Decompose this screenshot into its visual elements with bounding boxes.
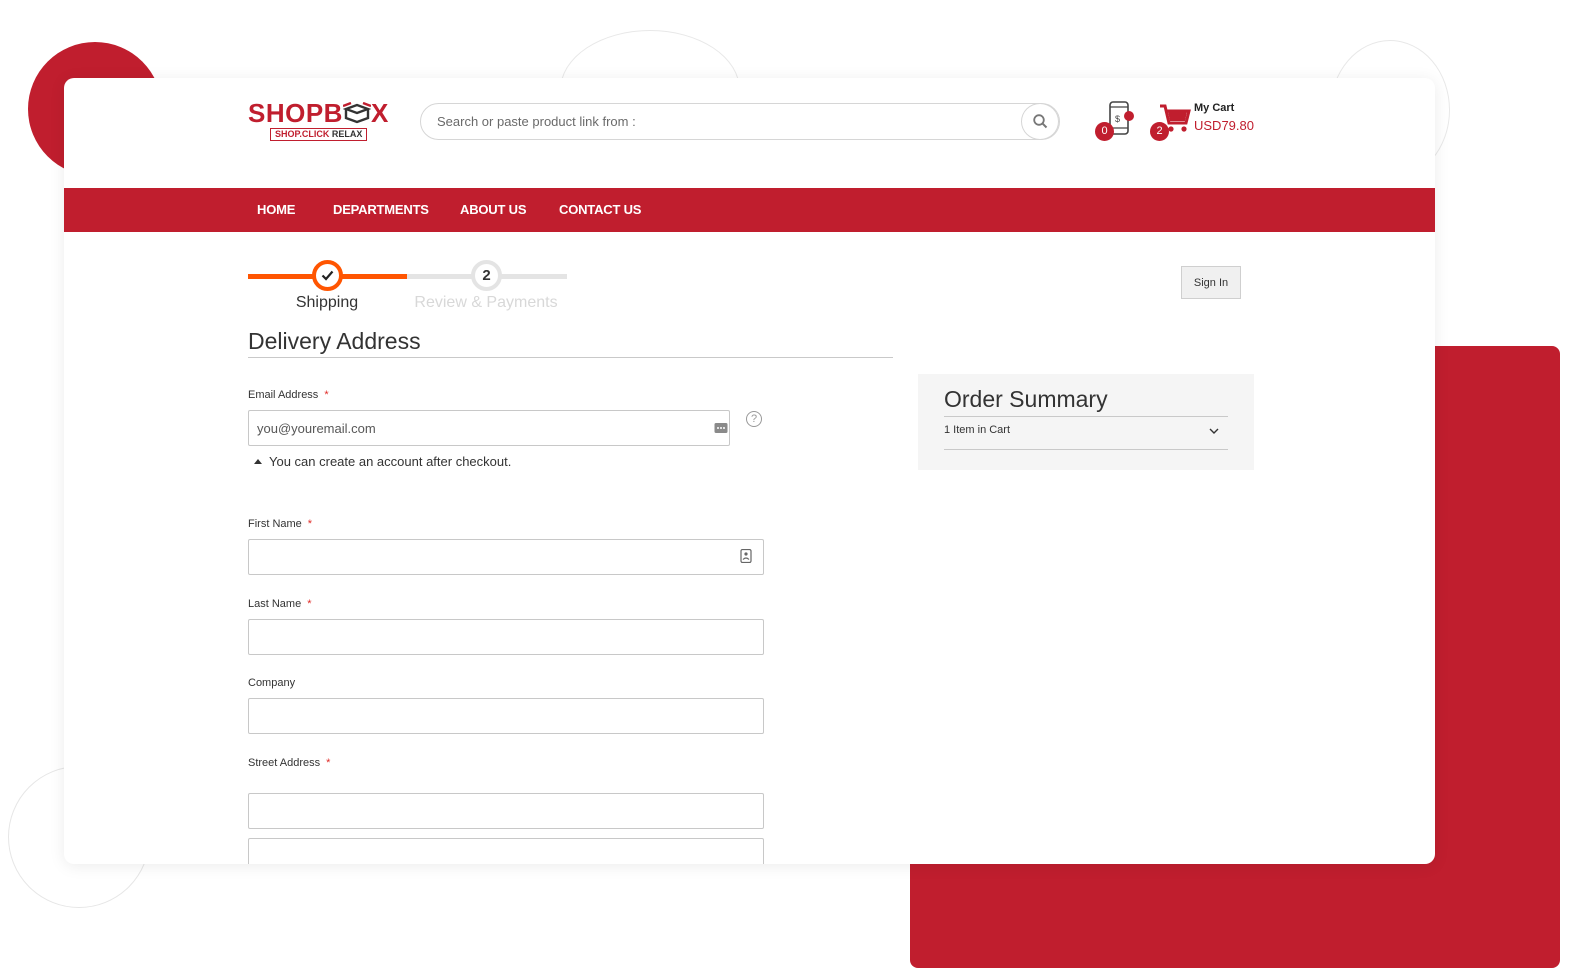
chevron-down-icon[interactable]: [1208, 426, 1220, 436]
street-address-line-2[interactable]: [248, 838, 764, 864]
items-in-cart-toggle[interactable]: 1 Item in Cart: [944, 424, 1010, 436]
step-shipping-label[interactable]: Shipping: [277, 294, 377, 312]
summary-divider: [944, 416, 1228, 417]
email-label: Email Address *: [248, 389, 329, 401]
logo-tagline: SHOP.CLICK RELAX: [270, 128, 368, 141]
email-field[interactable]: [248, 410, 730, 446]
required-marker: *: [324, 389, 329, 401]
cart-total: USD79.80: [1194, 118, 1254, 133]
check-icon: [321, 270, 334, 281]
help-icon[interactable]: ?: [746, 411, 762, 427]
password-manager-icon[interactable]: [714, 421, 728, 435]
step-shipping-marker[interactable]: [312, 260, 343, 291]
mini-cart[interactable]: 2 My Cart USD79.80: [1150, 100, 1270, 144]
required-marker: *: [307, 598, 312, 610]
browser-page-card: SHOPB X SHOP.CLICK RELAX $ 0 2 My Cart US…: [64, 78, 1435, 864]
page-title: Delivery Address: [248, 328, 421, 354]
nav-item-home[interactable]: HOME: [257, 188, 295, 232]
company-label: Company: [248, 677, 296, 689]
step-review-marker[interactable]: 2: [471, 260, 502, 291]
caret-up-icon: [254, 459, 262, 464]
stage: SHOPB X SHOP.CLICK RELAX $ 0 2 My Cart US…: [0, 0, 1572, 976]
autofill-contact-icon[interactable]: [739, 549, 753, 563]
nav-item-departments[interactable]: DEPARTMENTS: [333, 188, 429, 232]
first-name-label: First Name *: [248, 518, 312, 530]
logo-text-left: SHOPB: [248, 98, 343, 128]
first-name-label-text: First Name: [248, 518, 302, 530]
tagline-left: SHOP.CLICK: [275, 129, 332, 139]
logo-text-right: X: [370, 98, 389, 128]
title-divider: [248, 357, 893, 358]
nav-item-about-us[interactable]: ABOUT US: [460, 188, 526, 232]
wallet-count-badge: 0: [1095, 122, 1114, 141]
street-address-line-1[interactable]: [248, 793, 764, 829]
main-nav: HOME DEPARTMENTS ABOUT US CONTACT US: [64, 188, 1435, 232]
sign-in-button[interactable]: Sign In: [1181, 266, 1241, 299]
company-field[interactable]: [248, 698, 764, 734]
last-name-label: Last Name *: [248, 598, 311, 610]
last-name-label-text: Last Name: [248, 598, 302, 610]
open-box-icon: [342, 102, 371, 124]
svg-text:$: $: [1115, 114, 1120, 124]
logo-wordmark: SHOPB X: [248, 98, 389, 129]
required-marker: *: [326, 757, 331, 769]
street-address-label: Street Address *: [248, 757, 330, 769]
required-marker: *: [307, 518, 313, 530]
email-note: You can create an account after checkout…: [254, 454, 511, 469]
cart-label: My Cart: [1194, 102, 1235, 114]
email-note-text: You can create an account after checkout…: [269, 454, 512, 469]
search-input[interactable]: [437, 104, 1017, 139]
search-icon: [1032, 114, 1047, 129]
search-button[interactable]: [1021, 103, 1059, 140]
checkout-progress: 2 Shipping Review & Payments: [248, 260, 568, 320]
tagline-right: RELAX: [331, 129, 363, 139]
summary-divider: [944, 449, 1228, 450]
order-summary-title: Order Summary: [944, 386, 1108, 412]
street-address-label-text: Street Address: [248, 757, 321, 769]
order-summary: Order Summary 1 Item in Cart: [918, 374, 1254, 470]
first-name-field[interactable]: [248, 539, 764, 575]
wallet-button[interactable]: $ 0: [1094, 100, 1138, 144]
last-name-field[interactable]: [248, 619, 764, 655]
email-label-text: Email Address: [248, 389, 319, 401]
shopbox-logo[interactable]: SHOPB X SHOP.CLICK RELAX: [248, 98, 398, 144]
nav-item-contact-us[interactable]: CONTACT US: [559, 188, 641, 232]
search-bar: [420, 103, 1060, 140]
cart-count-badge: 2: [1150, 122, 1169, 141]
step-review-label[interactable]: Review & Payments: [406, 294, 566, 312]
